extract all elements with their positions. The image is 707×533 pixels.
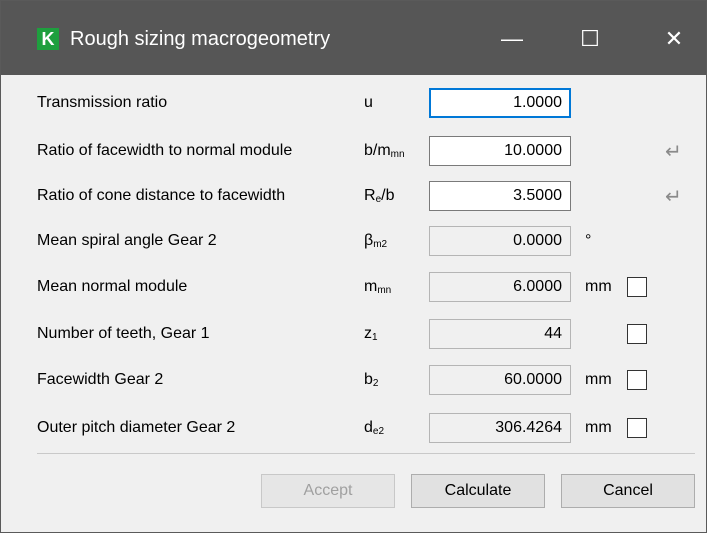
field-label: Mean normal module: [37, 278, 188, 295]
close-icon[interactable]: ✕: [651, 21, 697, 57]
field-label: Mean spiral angle Gear 2: [37, 232, 217, 249]
enter-icon[interactable]: ↵: [665, 184, 682, 209]
field-label: Ratio of cone distance to facewidth: [37, 187, 286, 204]
row-number-of-teeth: Number of teeth, Gear 1 z1 44: [1, 319, 706, 349]
divider: [37, 453, 695, 454]
accept-button[interactable]: Accept: [261, 474, 395, 508]
field-symbol: de2: [364, 419, 385, 437]
cancel-button[interactable]: Cancel: [561, 474, 695, 508]
dialog-window: K Rough sizing macrogeometry — ☐ ✕ Trans…: [0, 0, 707, 533]
window-title: Rough sizing macrogeometry: [70, 28, 331, 50]
mean-normal-module-checkbox[interactable]: [627, 277, 647, 297]
number-of-teeth-field: 44: [429, 319, 571, 349]
field-label: Ratio of facewidth to normal module: [37, 142, 293, 159]
field-symbol: b/mmn: [364, 142, 405, 160]
row-outer-pitch-diameter: Outer pitch diameter Gear 2 de2 306.4264…: [1, 413, 706, 443]
unit-label: mm: [585, 419, 612, 436]
unit-label: mm: [585, 278, 612, 295]
unit-label: °: [585, 232, 592, 249]
mean-spiral-angle-field: 0.0000: [429, 226, 571, 256]
field-label: Outer pitch diameter Gear 2: [37, 419, 236, 436]
mean-normal-module-field: 6.0000: [429, 272, 571, 302]
cone-distance-ratio-input[interactable]: 3.5000: [429, 181, 571, 211]
field-symbol: z1: [364, 325, 378, 343]
number-of-teeth-checkbox[interactable]: [627, 324, 647, 344]
field-symbol: βm2: [364, 232, 388, 250]
unit-label: mm: [585, 371, 612, 388]
enter-icon[interactable]: ↵: [665, 139, 682, 164]
row-transmission-ratio: Transmission ratio u 1.0000: [1, 88, 706, 118]
field-symbol: Re/b: [364, 187, 395, 205]
outer-pitch-diameter-checkbox[interactable]: [627, 418, 647, 438]
field-label: Number of teeth, Gear 1: [37, 325, 210, 342]
title-bar: K Rough sizing macrogeometry — ☐ ✕: [1, 1, 706, 75]
row-facewidth-module-ratio: Ratio of facewidth to normal module b/mm…: [1, 136, 706, 166]
field-symbol: mmn: [364, 278, 392, 296]
outer-pitch-diameter-field: 306.4264: [429, 413, 571, 443]
row-mean-normal-module: Mean normal module mmn 6.0000 mm: [1, 272, 706, 302]
maximize-icon[interactable]: ☐: [567, 21, 613, 57]
row-facewidth: Facewidth Gear 2 b2 60.0000 mm: [1, 365, 706, 395]
calculate-button[interactable]: Calculate: [411, 474, 545, 508]
row-mean-spiral-angle: Mean spiral angle Gear 2 βm2 0.0000 °: [1, 226, 706, 256]
facewidth-field: 60.0000: [429, 365, 571, 395]
app-logo-icon: K: [37, 28, 59, 50]
transmission-ratio-input[interactable]: 1.0000: [429, 88, 571, 118]
minimize-icon[interactable]: —: [489, 21, 535, 57]
facewidth-module-ratio-input[interactable]: 10.0000: [429, 136, 571, 166]
field-label: Transmission ratio: [37, 94, 168, 111]
row-cone-distance-ratio: Ratio of cone distance to facewidth Re/b…: [1, 181, 706, 211]
field-symbol: b2: [364, 371, 379, 389]
facewidth-checkbox[interactable]: [627, 370, 647, 390]
field-label: Facewidth Gear 2: [37, 371, 164, 388]
field-symbol: u: [364, 94, 373, 111]
